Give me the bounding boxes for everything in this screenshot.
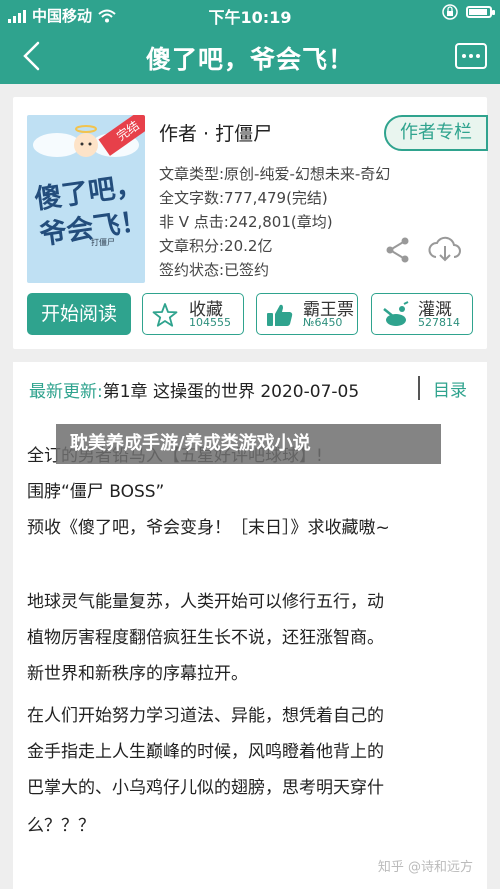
intro-line: 围脖“僵尸 BOSS” xyxy=(27,482,165,502)
status-time: 下午10:19 xyxy=(208,8,292,27)
watering-can-icon xyxy=(383,301,409,326)
book-type: 文章类型:原创-纯爱-幻想未来-奇幻 xyxy=(159,165,391,183)
caption-overlay: 耽美养成手游/养成类游戏小说 xyxy=(56,424,441,464)
more-menu-icon[interactable] xyxy=(454,42,488,70)
intro-line: 在人们开始努力学习道法、异能，想凭着自己的 xyxy=(27,706,384,726)
latest-update[interactable]: 最新更新:第1章 这操蛋的世界 2020-07-05 xyxy=(29,377,359,402)
book-score: 文章积分:20.2亿 xyxy=(159,237,273,255)
orientation-lock-icon xyxy=(442,4,458,20)
water-button[interactable]: 灌溉 527814 xyxy=(371,293,473,335)
start-reading-button[interactable]: 开始阅读 xyxy=(27,293,131,335)
intro-line: 预收《傻了吧，爷会变身！［末日］》求收藏嗷~ xyxy=(27,518,390,538)
watermark: 知乎 @诗和远方 xyxy=(378,856,473,875)
thumbs-up-icon xyxy=(267,304,293,326)
nav-bar: 傻了吧，爷会飞！ xyxy=(0,28,500,84)
download-cloud-icon[interactable] xyxy=(427,233,463,265)
share-icon[interactable] xyxy=(383,235,413,265)
intro-line: 么？？？ xyxy=(27,816,95,836)
latest-chapter: 第1章 这操蛋的世界 2020-07-05 xyxy=(102,382,360,402)
collect-count: 104555 xyxy=(189,316,231,329)
intro-line: 金手指走上人生巅峰的时候，风鸣瞪着他背上的 xyxy=(27,742,384,762)
book-cover[interactable]: 完结 傻了吧， 爷会飞！ 打僵尸 xyxy=(27,115,145,283)
book-word-count: 全文字数:777,479(完结) xyxy=(159,189,328,207)
watermark-text: 知乎 @诗和远方 xyxy=(377,860,473,875)
author-column-button[interactable]: 作者专栏 xyxy=(384,115,488,151)
status-right xyxy=(442,4,495,20)
book-sign-status: 签约状态:已签约 xyxy=(159,261,270,279)
intro-line: 新世界和新秩序的序幕拉开。 xyxy=(27,664,248,684)
book-info-card: 完结 傻了吧， 爷会飞！ 打僵尸 作者 · 打僵尸 作者专栏 文章类型:原创-纯爱… xyxy=(13,97,488,349)
intro-line: 地球灵气能量复苏，人类开始可以修行五行，动 xyxy=(27,592,384,612)
collect-button[interactable]: 收藏 104555 xyxy=(142,293,244,335)
latest-update-label: 最新更新: xyxy=(29,382,103,402)
intro-line: 植物厉害程度翻倍疯狂生长不说，还狂涨智商。 xyxy=(27,628,384,648)
table-of-contents-link[interactable]: 目录 xyxy=(433,376,467,401)
cover-author: 打僵尸 xyxy=(91,238,115,247)
star-icon xyxy=(152,303,178,327)
overlord-ticket-button[interactable]: 霸王票 №6450 xyxy=(256,293,358,335)
battery-icon xyxy=(466,6,495,18)
status-bar: 中国移动 下午10:19 xyxy=(0,0,500,28)
divider xyxy=(418,376,420,400)
overlord-count: №6450 xyxy=(303,316,343,329)
cover-title: 傻了吧， 爷会飞！ xyxy=(32,169,145,252)
author-name[interactable]: 作者 · 打僵尸 xyxy=(159,119,272,146)
intro-line: 巴掌大的、小乌鸡仔儿似的翅膀，思考明天穿什 xyxy=(27,778,384,798)
book-clicks: 非 V 点击:242,801(章均) xyxy=(159,213,333,231)
page-title: 傻了吧，爷会飞！ xyxy=(145,45,354,74)
water-count: 527814 xyxy=(418,316,460,329)
